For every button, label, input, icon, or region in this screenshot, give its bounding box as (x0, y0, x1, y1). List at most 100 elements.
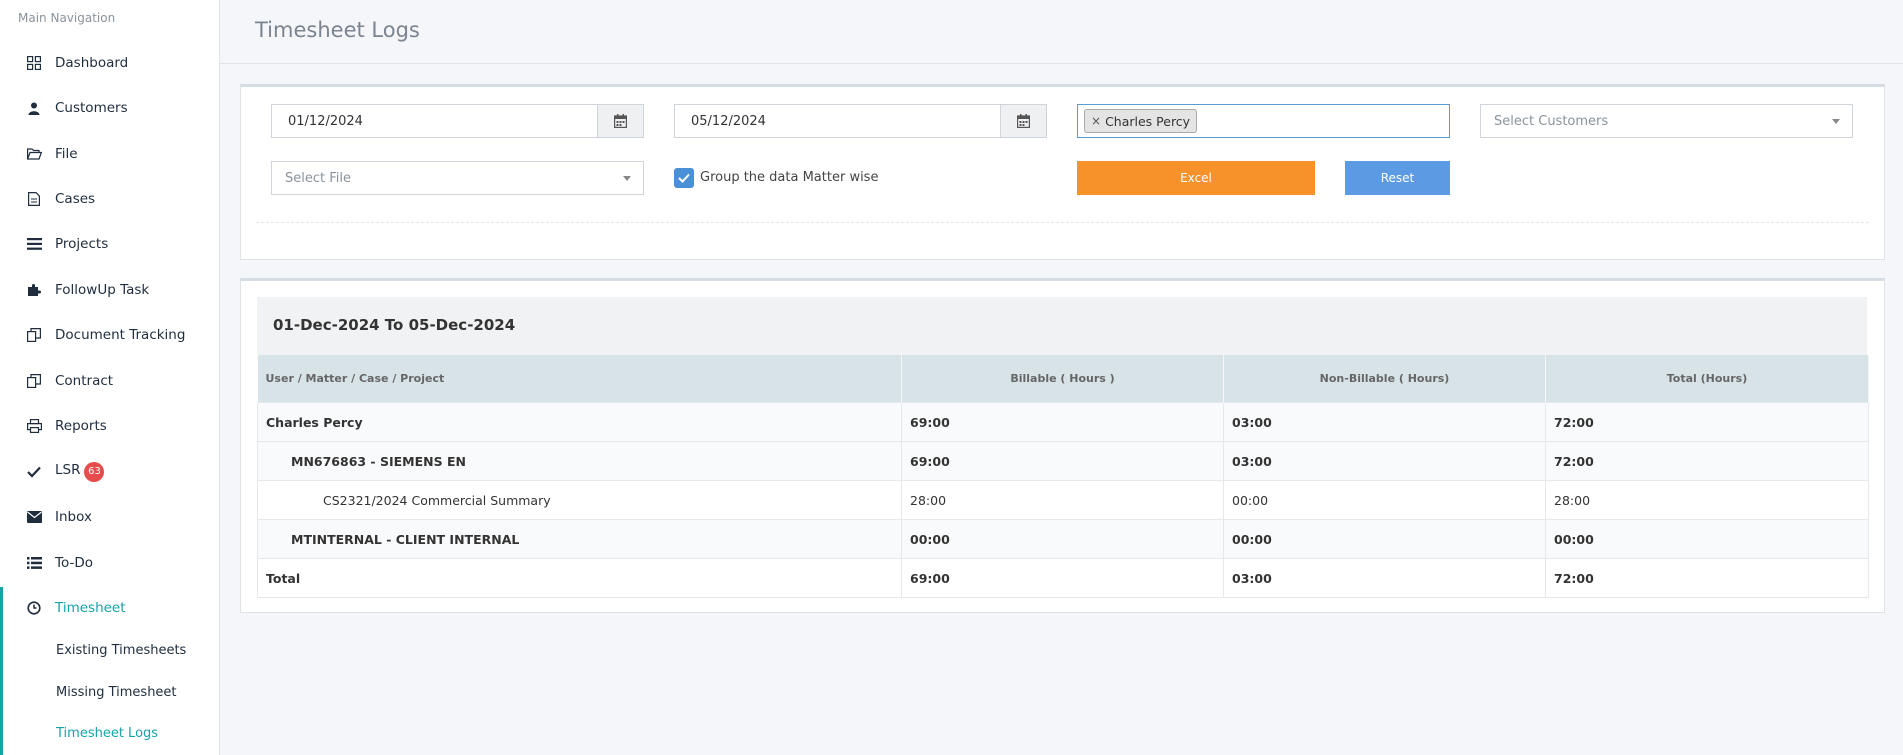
sidebar-item-label: Contract (55, 373, 114, 389)
sidebar-heading: Main Navigation (18, 11, 116, 25)
total-cell: 72:00 (1545, 402, 1869, 442)
timesheet-table: User / Matter / Case / Project Billable … (257, 355, 1869, 598)
sidebar-item-label: Inbox (55, 509, 92, 525)
folder-open-icon (26, 146, 42, 162)
sidebar-item-label: File (55, 146, 78, 162)
sidebar-item-lsr[interactable]: LSR 63 (0, 455, 219, 489)
sidebar-item-document-tracking[interactable]: Document Tracking (0, 318, 219, 352)
list-icon (26, 555, 42, 571)
customers-select[interactable]: Select Customers (1480, 104, 1853, 138)
billable-cell: 69:00 (901, 402, 1224, 442)
table-total-row: Total 69:00 03:00 72:00 (257, 558, 1869, 598)
sidebar-item-label: Reports (55, 418, 107, 434)
column-header: Non-Billable ( Hours) (1223, 355, 1546, 403)
billable-cell: 28:00 (901, 480, 1224, 520)
row-label: Charles Percy (257, 402, 902, 442)
table-header-row: User / Matter / Case / Project Billable … (257, 355, 1869, 403)
chevron-down-icon (1832, 118, 1840, 124)
report-range-title: 01-Dec-2024 To 05-Dec-2024 (273, 316, 516, 334)
envelope-icon (26, 509, 42, 525)
row-label: Total (257, 558, 902, 598)
billable-cell: 69:00 (901, 441, 1224, 481)
copy-icon (26, 327, 42, 343)
copy-icon (26, 373, 42, 389)
remove-tag-icon[interactable]: × (1091, 114, 1101, 128)
page-title: Timesheet Logs (255, 18, 420, 42)
non-billable-cell: 03:00 (1223, 558, 1546, 598)
table-row: Charles Percy 69:00 03:00 72:00 (257, 402, 1869, 442)
checkmark-icon (678, 173, 690, 183)
table-row: MN676863 - SIEMENS EN 69:00 03:00 72:00 (257, 441, 1869, 481)
calendar-icon[interactable] (1000, 105, 1046, 137)
selected-user-label: Charles Percy (1105, 113, 1191, 129)
sidebar-item-reports[interactable]: Reports (0, 409, 219, 443)
non-billable-cell: 03:00 (1223, 402, 1546, 442)
row-label: CS2321/2024 Commercial Summary (257, 480, 902, 520)
to-date-value: 05/12/2024 (691, 113, 766, 129)
excel-button[interactable]: Excel (1077, 161, 1315, 195)
lsr-count-badge: 63 (84, 462, 105, 482)
report-range-header: 01-Dec-2024 To 05-Dec-2024 (257, 297, 1867, 355)
sidebar-subitem-missing-timesheet[interactable]: Missing Timesheet (56, 685, 177, 700)
customers-placeholder: Select Customers (1494, 113, 1609, 129)
sidebar-item-contract[interactable]: Contract (0, 364, 219, 398)
from-date-value: 01/12/2024 (288, 113, 363, 129)
sidebar-item-file[interactable]: File (0, 137, 219, 171)
sidebar-item-cases[interactable]: Cases (0, 182, 219, 216)
sidebar-subitem-existing-timesheets[interactable]: Existing Timesheets (56, 643, 186, 658)
user-select-input[interactable]: × Charles Percy (1077, 104, 1450, 138)
table-row: CS2321/2024 Commercial Summary 28:00 00:… (257, 480, 1869, 520)
group-matter-label[interactable]: Group the data Matter wise (700, 170, 878, 185)
from-date-field[interactable]: 01/12/2024 (271, 104, 644, 138)
total-cell: 72:00 (1545, 441, 1869, 481)
table-row: MTINTERNAL - CLIENT INTERNAL 00:00 00:00… (257, 519, 1869, 559)
list-icon (26, 236, 42, 252)
sidebar-item-todo[interactable]: To-Do (0, 546, 219, 580)
column-header: User / Matter / Case / Project (257, 355, 902, 403)
total-cell: 28:00 (1545, 480, 1869, 520)
total-cell: 72:00 (1545, 558, 1869, 598)
column-header: Total (Hours) (1545, 355, 1869, 403)
sidebar-item-label: Document Tracking (55, 327, 186, 343)
billable-cell: 69:00 (901, 558, 1224, 598)
grid-icon (26, 55, 42, 71)
printer-icon (26, 418, 42, 434)
row-label: MN676863 - SIEMENS EN (257, 441, 902, 481)
file-placeholder: Select File (285, 170, 351, 186)
group-matter-checkbox[interactable] (674, 168, 694, 188)
reset-button[interactable]: Reset (1345, 161, 1450, 195)
sidebar-item-timesheet[interactable]: Timesheet (0, 591, 219, 625)
file-select[interactable]: Select File (271, 161, 644, 195)
total-cell: 00:00 (1545, 519, 1869, 559)
sidebar-item-label: To-Do (55, 555, 93, 571)
non-billable-cell: 00:00 (1223, 519, 1546, 559)
calendar-icon[interactable] (597, 105, 643, 137)
lsr-label: LSR (55, 462, 81, 478)
sidebar-item-followup-task[interactable]: FollowUp Task (0, 273, 219, 307)
sidebar-subitem-timesheet-logs[interactable]: Timesheet Logs (56, 726, 158, 741)
billable-cell: 00:00 (901, 519, 1224, 559)
check-icon (26, 464, 42, 480)
user-icon (26, 100, 42, 116)
sidebar-item-label: Projects (55, 236, 109, 252)
sidebar-item-label: FollowUp Task (55, 282, 150, 298)
column-header: Billable ( Hours ) (901, 355, 1224, 403)
clock-icon (26, 600, 42, 616)
selected-user-tag: × Charles Percy (1084, 109, 1198, 133)
row-label: MTINTERNAL - CLIENT INTERNAL (257, 519, 902, 559)
page-header: Timesheet Logs (220, 0, 1903, 64)
sidebar-item-label: Customers (55, 100, 128, 116)
sidebar-item-dashboard[interactable]: Dashboard (0, 46, 219, 80)
report-panel: 01-Dec-2024 To 05-Dec-2024 User / Matter… (240, 278, 1885, 613)
non-billable-cell: 00:00 (1223, 480, 1546, 520)
filter-panel: 01/12/2024 05/12/2024 × Charles Percy Se… (240, 84, 1885, 260)
sidebar-item-label: LSR 63 (55, 462, 105, 482)
sidebar-item-inbox[interactable]: Inbox (0, 500, 219, 534)
divider (256, 222, 1869, 223)
sidebar-item-customers[interactable]: Customers (0, 91, 219, 125)
chevron-down-icon (623, 175, 631, 181)
sidebar-item-projects[interactable]: Projects (0, 227, 219, 261)
sidebar: Main Navigation Dashboard Customers File… (0, 0, 220, 755)
puzzle-icon (26, 282, 42, 298)
to-date-field[interactable]: 05/12/2024 (674, 104, 1047, 138)
